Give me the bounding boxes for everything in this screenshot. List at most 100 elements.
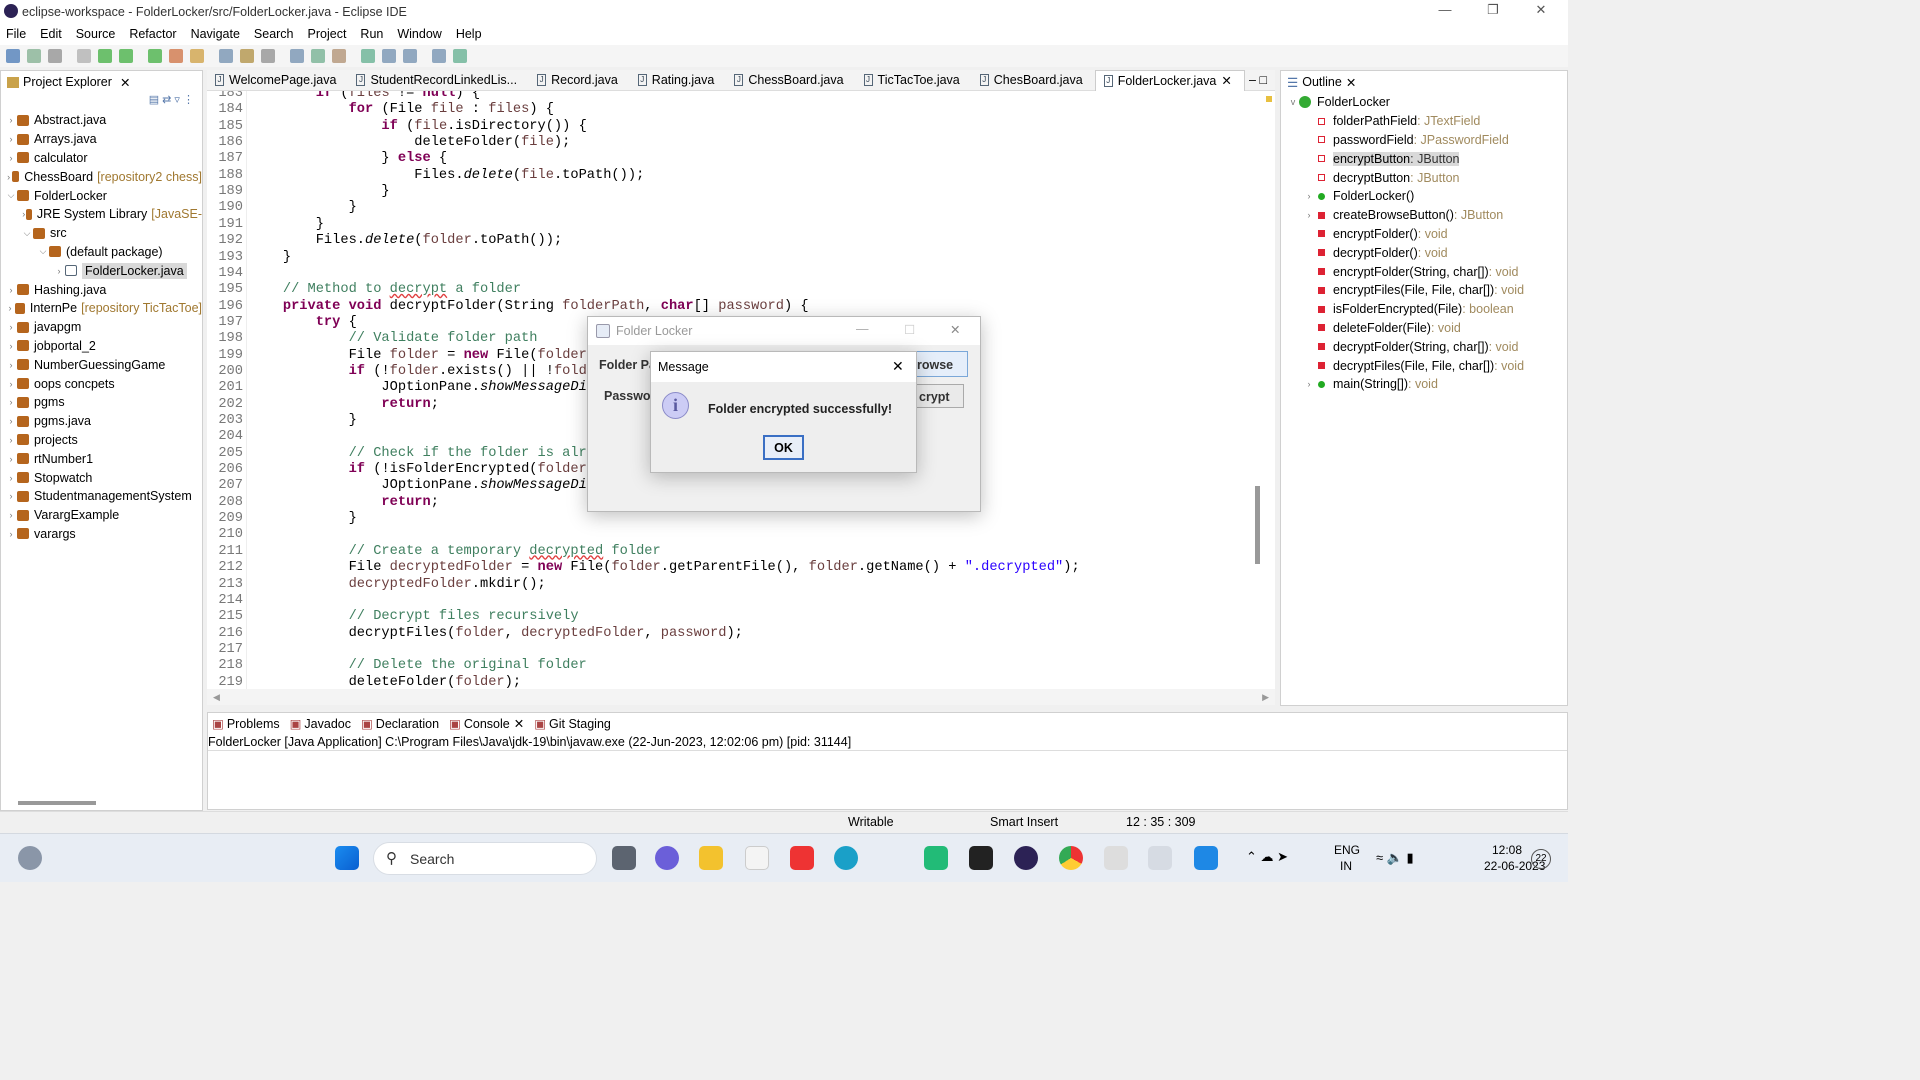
- tree-item[interactable]: ⌵ FolderLocker: [1, 186, 202, 205]
- menu-navigate[interactable]: Navigate: [191, 27, 240, 41]
- code-line[interactable]: Files.delete(folder.toPath());: [250, 233, 562, 249]
- tree-item[interactable]: › jobportal_2: [1, 337, 202, 356]
- chevron-down-icon[interactable]: ⌵: [37, 246, 49, 257]
- outline-item[interactable]: decryptButton : JButton: [1281, 168, 1567, 187]
- code-line[interactable]: private void decryptFolder(String folder…: [250, 299, 809, 315]
- outline-item[interactable]: folderPathField : JTextField: [1281, 112, 1567, 131]
- chrome-icon[interactable]: [1059, 846, 1083, 870]
- editor-tab[interactable]: J ChessBoard.java: [726, 70, 855, 91]
- code-line[interactable]: // Delete the original folder: [250, 658, 587, 674]
- toolbar-button[interactable]: [77, 49, 91, 63]
- editor-tab[interactable]: J TicTacToe.java: [856, 70, 972, 91]
- chevron-right-icon[interactable]: ›: [5, 341, 17, 351]
- code-line[interactable]: deleteFolder(folder);: [250, 675, 522, 689]
- code-line[interactable]: try {: [250, 315, 357, 331]
- tree-item[interactable]: › StudentmanagementSystem: [1, 487, 202, 506]
- tree-item[interactable]: › VarargExample: [1, 506, 202, 525]
- code-line[interactable]: // Decrypt files recursively: [250, 609, 579, 625]
- chevron-right-icon[interactable]: ›: [5, 115, 17, 125]
- chevron-right-icon[interactable]: ›: [5, 397, 17, 407]
- chevron-right-icon[interactable]: ›: [1303, 379, 1315, 389]
- code-line[interactable]: } else {: [250, 151, 447, 167]
- chevron-right-icon[interactable]: ›: [5, 435, 17, 445]
- chevron-right-icon[interactable]: ›: [5, 454, 17, 464]
- toolbar-button[interactable]: [332, 49, 346, 63]
- tree-item[interactable]: › pgms.java: [1, 412, 202, 431]
- windows-start-icon[interactable]: [335, 846, 359, 870]
- outline-item[interactable]: encryptFolder(String, char[]) : void: [1281, 262, 1567, 281]
- clock-time[interactable]: 12:08: [1492, 843, 1522, 857]
- toolbar-button[interactable]: [119, 49, 133, 63]
- code-line[interactable]: File folder = new File(folder: [250, 348, 587, 364]
- tab-problems[interactable]: ▣ Problems: [212, 716, 280, 731]
- chevron-right-icon[interactable]: ›: [5, 379, 17, 389]
- edge-icon[interactable]: [834, 846, 858, 870]
- editor-tab[interactable]: J Rating.java: [630, 70, 727, 91]
- horizontal-scrollbar[interactable]: [18, 801, 96, 805]
- menu-edit[interactable]: Edit: [40, 27, 62, 41]
- tree-item[interactable]: › ChessBoard [repository2 chess]: [1, 167, 202, 186]
- toolbar-button[interactable]: [48, 49, 62, 63]
- editor-tab[interactable]: J FolderLocker.java ✕: [1094, 69, 1245, 91]
- tree-item[interactable]: › javapgm: [1, 318, 202, 337]
- toolbar-button[interactable]: [403, 49, 417, 63]
- tree-item[interactable]: › varargs: [1, 525, 202, 544]
- outline-item[interactable]: decryptFolder(String, char[]) : void: [1281, 337, 1567, 356]
- code-line[interactable]: }: [250, 217, 324, 233]
- close-button[interactable]: ✕: [892, 358, 904, 375]
- chevron-right-icon[interactable]: ›: [5, 416, 17, 426]
- tree-item[interactable]: › oops concpets: [1, 374, 202, 393]
- chevron-right-icon[interactable]: ›: [53, 266, 65, 276]
- chevron-right-icon[interactable]: ›: [5, 360, 17, 370]
- tree-item[interactable]: › Abstract.java: [1, 111, 202, 130]
- vertical-scrollbar[interactable]: [1255, 486, 1260, 564]
- editor-tab[interactable]: J WelcomePage.java: [207, 70, 348, 91]
- tree-item[interactable]: › Arrays.java: [1, 130, 202, 149]
- tab-console[interactable]: ▣ Console ✕: [449, 716, 524, 731]
- outline-item[interactable]: › createBrowseButton() : JButton: [1281, 206, 1567, 225]
- file-explorer-icon[interactable]: [699, 846, 723, 870]
- menu-file[interactable]: File: [6, 27, 26, 41]
- chevron-right-icon[interactable]: ›: [5, 285, 17, 295]
- notepad-icon[interactable]: [1194, 846, 1218, 870]
- outline-item[interactable]: decryptFolder() : void: [1281, 243, 1567, 262]
- toolbar-button[interactable]: [261, 49, 275, 63]
- code-line[interactable]: for (File file : files) {: [250, 102, 554, 118]
- chevron-down-icon[interactable]: ⌵: [21, 228, 33, 239]
- minimize-button[interactable]: —: [1422, 2, 1468, 22]
- toolbar-button[interactable]: [219, 49, 233, 63]
- notification-badge[interactable]: 22: [1531, 849, 1551, 869]
- outline-tab[interactable]: ☰ Outline ✕: [1281, 71, 1567, 93]
- toolbar-button[interactable]: [148, 49, 162, 63]
- editor-horizontal-scrollbar[interactable]: ◀ ▶: [207, 689, 1275, 705]
- code-line[interactable]: // Check if the folder is alr: [250, 446, 587, 462]
- toolbar-button[interactable]: [453, 49, 467, 63]
- toolbar-button[interactable]: [27, 49, 41, 63]
- toolbar-button[interactable]: [361, 49, 375, 63]
- code-line[interactable]: if (!folder.exists() || !folde: [250, 364, 595, 380]
- chevron-right-icon[interactable]: ›: [5, 322, 17, 332]
- outline-item[interactable]: deleteFolder(File) : void: [1281, 319, 1567, 338]
- menu-project[interactable]: Project: [308, 27, 347, 41]
- chevron-right-icon[interactable]: ›: [1303, 210, 1315, 220]
- tree-item[interactable]: › projects: [1, 431, 202, 450]
- outline-item[interactable]: encryptButton : JButton: [1281, 149, 1567, 168]
- outline-root[interactable]: v FolderLocker: [1281, 93, 1567, 112]
- code-line[interactable]: if (file.isDirectory()) {: [250, 119, 586, 135]
- code-line[interactable]: }: [250, 511, 357, 527]
- java-app-taskbar-icon[interactable]: [1148, 846, 1172, 870]
- code-line[interactable]: }: [250, 413, 357, 429]
- chevron-right-icon[interactable]: ›: [5, 303, 15, 313]
- menu-search[interactable]: Search: [254, 27, 294, 41]
- maximize-button[interactable]: ☐: [904, 322, 915, 337]
- menu-help[interactable]: Help: [456, 27, 482, 41]
- chevron-right-icon[interactable]: ›: [5, 473, 17, 483]
- weather-icon[interactable]: [18, 846, 42, 870]
- toolbar-button[interactable]: [432, 49, 446, 63]
- close-icon[interactable]: ✕: [514, 717, 524, 731]
- menu-run[interactable]: Run: [360, 27, 383, 41]
- tab-javadoc[interactable]: ▣ Javadoc: [290, 716, 351, 731]
- chevron-right-icon[interactable]: ›: [5, 529, 17, 539]
- outline-item[interactable]: › FolderLocker(): [1281, 187, 1567, 206]
- chevron-right-icon[interactable]: ›: [5, 491, 17, 501]
